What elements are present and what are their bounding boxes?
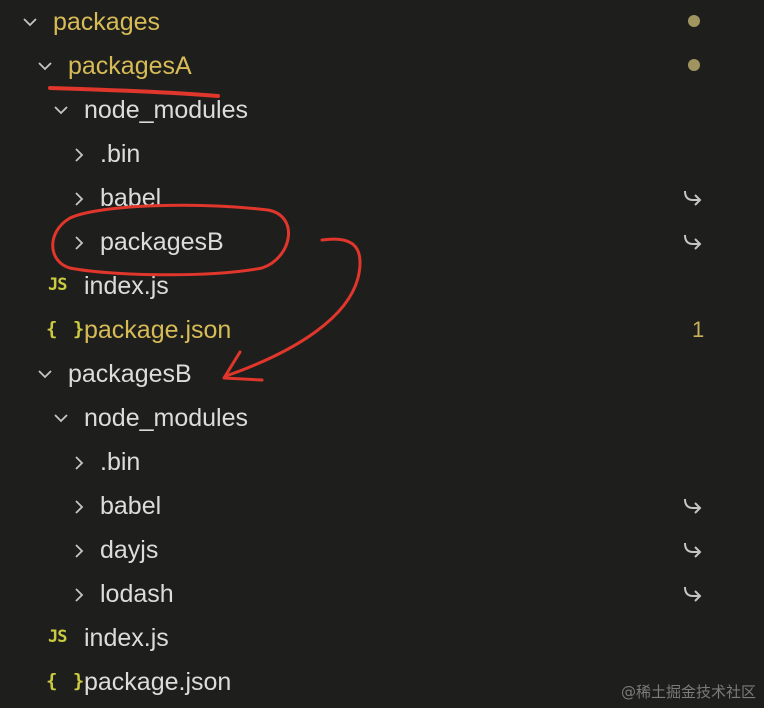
folder-label: lodash xyxy=(100,580,174,608)
modified-dot-icon xyxy=(688,59,700,71)
tree-item-index-js[interactable]: JS index.js xyxy=(0,616,764,660)
javascript-file-icon: JS xyxy=(48,275,68,295)
folder-label: packages xyxy=(53,8,161,36)
chevron-down-icon[interactable] xyxy=(53,103,68,117)
chevron-right-icon[interactable] xyxy=(72,543,86,558)
chevron-right-icon[interactable] xyxy=(72,147,86,162)
tree-item-packagesB[interactable]: packagesB xyxy=(0,352,764,396)
chevron-down-icon[interactable] xyxy=(37,59,52,73)
symlink-arrow-icon xyxy=(681,496,705,516)
chevron-down-icon[interactable] xyxy=(37,367,52,381)
chevron-down-icon[interactable] xyxy=(53,411,68,425)
tree-item-packages[interactable]: packages xyxy=(0,0,764,44)
chevron-down-icon[interactable] xyxy=(22,15,37,29)
tree-item-index-js[interactable]: JS index.js xyxy=(0,264,764,308)
chevron-right-icon[interactable] xyxy=(72,455,86,470)
folder-label: babel xyxy=(100,492,162,520)
file-label: package.json xyxy=(84,316,232,344)
file-explorer-tree: packages packagesA node_modules .bin bab… xyxy=(0,0,764,708)
problem-count-badge: 1 xyxy=(692,317,705,342)
folder-label: packagesB xyxy=(68,360,192,388)
watermark: @稀土掘金技术社区 xyxy=(620,683,756,701)
tree-item-babel[interactable]: babel xyxy=(0,176,764,220)
chevron-right-icon[interactable] xyxy=(72,499,86,514)
chevron-right-icon[interactable] xyxy=(72,235,86,250)
symlink-arrow-icon xyxy=(681,188,705,208)
json-file-icon: { } xyxy=(46,318,87,340)
tree-item-package-json[interactable]: { } package.json 1 xyxy=(0,308,764,352)
file-label: package.json xyxy=(84,668,232,696)
tree-item-babel[interactable]: babel xyxy=(0,484,764,528)
chevron-right-icon[interactable] xyxy=(72,191,86,206)
chevron-right-icon[interactable] xyxy=(72,587,86,602)
tree-item-node-modules[interactable]: node_modules xyxy=(0,396,764,440)
symlink-arrow-icon xyxy=(681,584,705,604)
folder-label: node_modules xyxy=(84,96,249,124)
tree-item-dayjs[interactable]: dayjs xyxy=(0,528,764,572)
tree-item-packagesA[interactable]: packagesA xyxy=(0,44,764,88)
javascript-file-icon: JS xyxy=(48,627,68,647)
tree-item-bin[interactable]: .bin xyxy=(0,440,764,484)
tree-item-lodash[interactable]: lodash xyxy=(0,572,764,616)
modified-dot-icon xyxy=(688,15,700,27)
folder-label: babel xyxy=(100,184,162,212)
symlink-arrow-icon xyxy=(681,540,705,560)
folder-label: .bin xyxy=(100,140,141,168)
folder-label: node_modules xyxy=(84,404,249,432)
file-label: index.js xyxy=(84,624,169,652)
folder-label: dayjs xyxy=(100,536,159,564)
folder-label: .bin xyxy=(100,448,141,476)
file-label: index.js xyxy=(84,272,169,300)
tree-item-packagesB-link[interactable]: packagesB xyxy=(0,220,764,264)
json-file-icon: { } xyxy=(46,670,87,692)
folder-label: packagesB xyxy=(100,228,224,256)
tree-item-bin[interactable]: .bin xyxy=(0,132,764,176)
tree-item-node-modules[interactable]: node_modules xyxy=(0,88,764,132)
symlink-arrow-icon xyxy=(681,232,705,252)
folder-label: packagesA xyxy=(68,52,192,80)
